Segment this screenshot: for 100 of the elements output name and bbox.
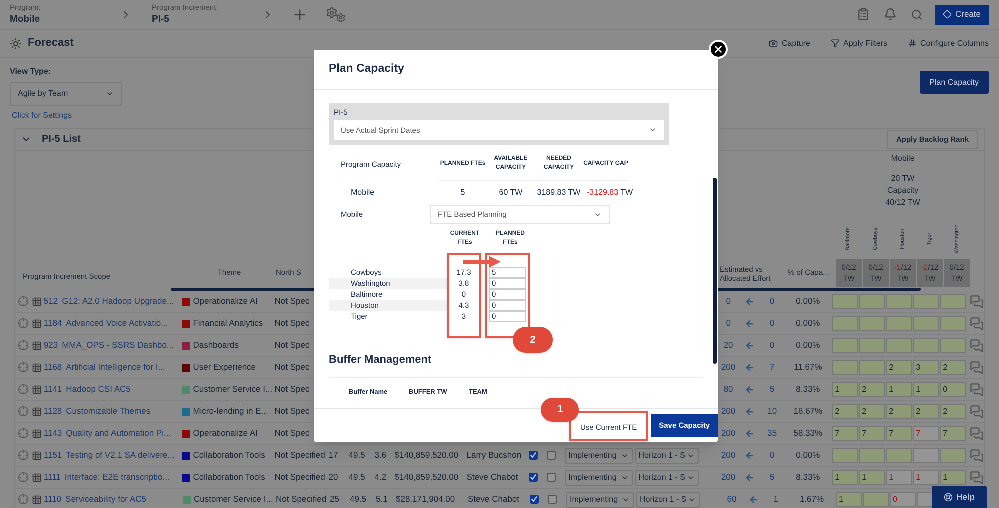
capacity-cell: 7 bbox=[940, 426, 966, 441]
capacity-cell: 7 bbox=[859, 426, 886, 441]
item-link[interactable]: 1110 Serviceability for AC5 bbox=[44, 494, 146, 504]
percent-value: 0.00% bbox=[795, 339, 822, 352]
allocated-value: 5 bbox=[768, 471, 776, 484]
view-type-select[interactable]: Agile by Team bbox=[10, 82, 122, 106]
north-star-text: Not Specified bbox=[274, 449, 326, 462]
table-cell-text: 3.6 bbox=[374, 449, 388, 462]
capacity-cell: 2 bbox=[886, 360, 912, 375]
owner-text: Steve Chabot bbox=[468, 493, 521, 506]
capacity-cell: 7 bbox=[886, 426, 912, 441]
table-cell-text: $140,859,520.00 bbox=[394, 449, 460, 462]
capacity-cell: 1 bbox=[913, 382, 940, 397]
percent-value: 0.00% bbox=[795, 449, 822, 462]
buffer-title: Buffer Management bbox=[329, 353, 433, 368]
settings-link[interactable]: Click for Settings bbox=[12, 110, 72, 122]
status-select[interactable]: Implementing bbox=[564, 448, 633, 464]
allocated-value: 0 bbox=[768, 339, 776, 352]
estimated-value: 200 bbox=[720, 449, 737, 462]
callout-badge: 1 bbox=[541, 398, 580, 422]
table-cell-text: 49.5 bbox=[348, 449, 366, 462]
estimated-value: 200 bbox=[720, 471, 737, 484]
capacity-cell: 0 bbox=[890, 492, 916, 507]
theme-text: Financial Analytics bbox=[193, 317, 264, 330]
capacity-cell: 1 bbox=[940, 470, 966, 485]
table-cell-text: 4.2 bbox=[374, 471, 388, 484]
dialog-title: Plan Capacity bbox=[329, 62, 404, 77]
page-title: Forecast bbox=[28, 36, 74, 52]
item-link[interactable]: 1111 Interface: E2E transcriptio... bbox=[44, 472, 170, 482]
estimated-value: 0 bbox=[725, 295, 732, 308]
allocated-value: 1 bbox=[772, 493, 780, 506]
percent-value: 0.00% bbox=[795, 295, 822, 308]
percent-value: 8.33% bbox=[795, 471, 822, 484]
capacity-cell: 7 bbox=[913, 426, 940, 441]
allocated-value: 7 bbox=[768, 361, 776, 374]
toolbar-action[interactable]: Apply Filters bbox=[830, 38, 888, 50]
north-star-text: Not Specified bbox=[276, 493, 328, 506]
allocated-value: 10 bbox=[766, 405, 778, 418]
estimated-value: 80 bbox=[722, 383, 734, 396]
table-cell-text: 5 bbox=[460, 187, 466, 200]
group-capacity-label: Capacity bbox=[887, 185, 919, 197]
program-value[interactable]: Mobile bbox=[10, 13, 120, 28]
item-link[interactable]: 1143 Quality and Automation Pi... bbox=[44, 428, 172, 438]
help-button[interactable]: Help bbox=[932, 486, 987, 508]
capacity-cell: 3 bbox=[913, 360, 940, 375]
table-cell-text: $28,171,904.00 bbox=[396, 493, 456, 506]
capacity-cell: 7 bbox=[832, 426, 858, 441]
north-star-text: Not Spec bbox=[274, 317, 311, 330]
allocated-value: 5 bbox=[768, 383, 776, 396]
theme-text: Collaboration Tools bbox=[193, 449, 266, 462]
table-cell-text: 49.5 bbox=[350, 493, 368, 506]
toolbar-action[interactable]: Capture bbox=[769, 38, 810, 50]
north-star-text: Not Spec bbox=[274, 427, 311, 440]
status-select[interactable]: Implementing bbox=[564, 470, 633, 486]
percent-value: 16.67% bbox=[792, 405, 824, 418]
item-link[interactable]: 1128 Customizable Themes bbox=[44, 406, 151, 416]
callout-badge: 2 bbox=[513, 327, 553, 354]
estimated-value: 200 bbox=[720, 405, 737, 418]
item-link[interactable]: 512 G12: A2.0 Hadoop Upgrade... bbox=[44, 296, 174, 306]
toolbar-action[interactable]: Configure Columns bbox=[908, 38, 989, 50]
capacity-cell: 2 bbox=[940, 360, 966, 375]
group-capacity: 40/12 TW bbox=[886, 197, 920, 209]
unit-text: TW bbox=[620, 188, 634, 198]
table-cell-text: 20 bbox=[328, 471, 340, 484]
percent-value: 58.33% bbox=[792, 427, 824, 440]
percent-value: 1.67% bbox=[798, 493, 826, 506]
item-link[interactable]: 1168 Artificial Intelligence for I... bbox=[44, 362, 166, 372]
capacity-cell: 2 bbox=[859, 382, 886, 397]
owner-text: Larry Bucshon bbox=[466, 449, 523, 462]
estimated-value: 200 bbox=[720, 427, 737, 440]
capacity-cell: 2 bbox=[832, 404, 858, 419]
percent-value: 8.33% bbox=[795, 383, 822, 396]
table-cell-text: 25 bbox=[330, 493, 340, 506]
group-name: Mobile bbox=[891, 153, 915, 165]
create-button[interactable]: Create bbox=[935, 4, 989, 24]
view-type-label: View Type: bbox=[10, 66, 52, 78]
horizon-select[interactable]: Horizon 1 - S bbox=[634, 448, 699, 464]
status-select[interactable]: Implementing bbox=[566, 492, 634, 508]
north-star-text: Not Spec bbox=[274, 361, 311, 374]
increment-value[interactable]: PI-5 bbox=[152, 13, 262, 28]
item-link[interactable]: 1184 Advanced Voice Activatio... bbox=[44, 318, 168, 328]
table-cell-text: 3189.83 TW bbox=[536, 187, 582, 200]
theme-text: Customer Service I... bbox=[193, 383, 273, 396]
plan-capacity-button[interactable]: Plan Capacity bbox=[920, 71, 989, 94]
horizon-select[interactable]: Horizon 1 - S bbox=[634, 470, 699, 486]
capacity-cell: 2 bbox=[913, 404, 940, 419]
item-link[interactable]: 1151 Testing of V2.1 SA delivere... bbox=[44, 450, 175, 460]
theme-text: User Experience bbox=[193, 361, 256, 374]
table-cell-text: 60 TW bbox=[498, 187, 524, 200]
table-cell-text: 5.1 bbox=[376, 493, 389, 506]
capacity-cell: 1 bbox=[832, 470, 858, 485]
theme-text: Operationalize AI bbox=[193, 295, 258, 308]
allocated-value: 35 bbox=[766, 427, 778, 440]
theme-text: Dashboards bbox=[193, 339, 240, 352]
item-link[interactable]: 1141 Hadoop CSI AC5 bbox=[44, 384, 131, 394]
horizon-select[interactable]: Horizon 1 - S bbox=[636, 492, 700, 508]
table-cell-text: 17 bbox=[328, 449, 340, 462]
item-link[interactable]: 923 MMA_OPS - SSRS Dashbo... bbox=[44, 340, 174, 350]
north-star-text: Not Specified bbox=[274, 471, 326, 484]
capacity-cell: 2 bbox=[886, 404, 912, 419]
